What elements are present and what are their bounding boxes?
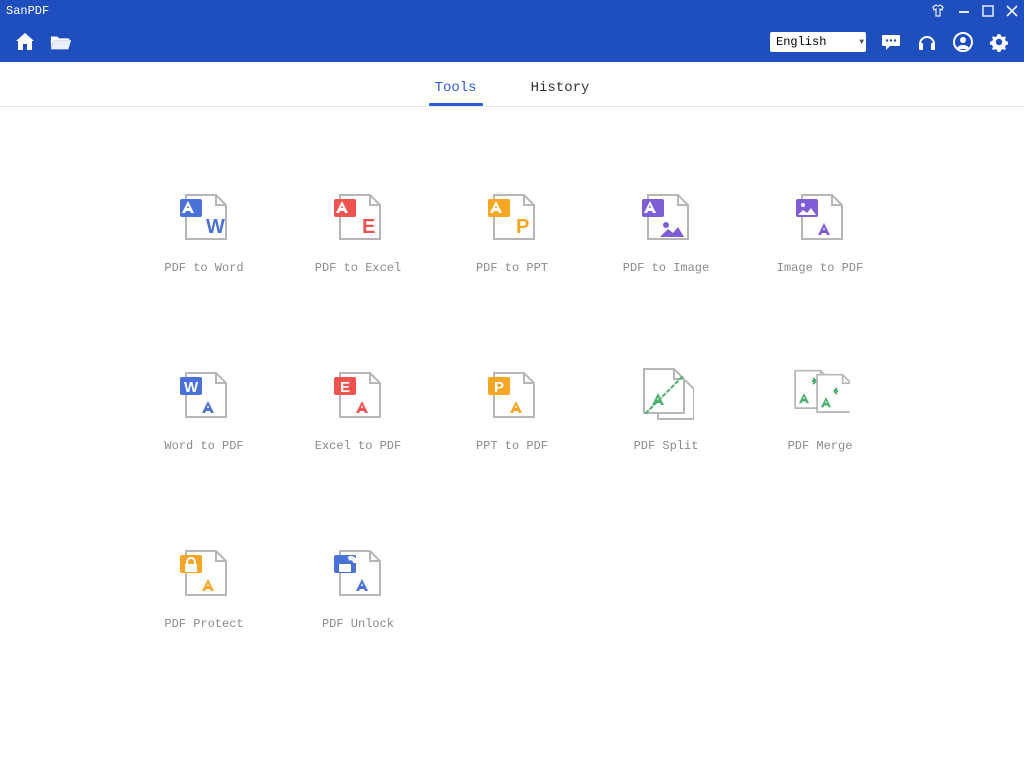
tool-label: PDF to Image — [623, 261, 709, 275]
ppt-to-pdf-icon: P — [482, 365, 542, 425]
tool-label: PPT to PDF — [476, 439, 548, 453]
word-to-pdf-icon: W — [174, 365, 234, 425]
pdf-unlock-icon — [328, 543, 388, 603]
pdf-to-word-icon: W — [174, 187, 234, 247]
tool-label: Image to PDF — [777, 261, 863, 275]
headphones-icon[interactable] — [916, 31, 938, 53]
tab-history[interactable]: History — [529, 80, 592, 106]
pdf-to-excel-icon: E — [328, 187, 388, 247]
pdf-split-icon — [636, 365, 696, 425]
shirt-icon[interactable] — [930, 4, 946, 18]
tool-pdf-to-excel[interactable]: E PDF to Excel — [281, 187, 435, 275]
tool-label: PDF Protect — [164, 617, 243, 631]
titlebar: SanPDF — [0, 0, 1024, 22]
tool-image-to-pdf[interactable]: Image to PDF — [743, 187, 897, 275]
tool-pdf-split[interactable]: PDF Split — [589, 365, 743, 453]
tool-ppt-to-pdf[interactable]: P PPT to PDF — [435, 365, 589, 453]
svg-text:E: E — [340, 379, 350, 396]
tool-pdf-to-ppt[interactable]: P PDF to PPT — [435, 187, 589, 275]
tool-label: PDF Split — [634, 439, 699, 453]
pdf-merge-icon — [790, 365, 850, 425]
open-folder-icon[interactable] — [50, 31, 72, 53]
toolbar: English ▼ — [0, 22, 1024, 62]
account-icon[interactable] — [952, 31, 974, 53]
tools-grid: W PDF to Word E PDF to Excel — [127, 187, 897, 631]
tool-pdf-to-word[interactable]: W PDF to Word — [127, 187, 281, 275]
chat-icon[interactable] — [880, 31, 902, 53]
tool-pdf-merge[interactable]: PDF Merge — [743, 365, 897, 453]
close-icon[interactable] — [1006, 5, 1018, 17]
pdf-to-ppt-icon: P — [482, 187, 542, 247]
tool-label: PDF to Word — [164, 261, 243, 275]
tool-label: PDF to PPT — [476, 261, 548, 275]
chevron-down-icon: ▼ — [859, 38, 864, 47]
gear-icon[interactable] — [988, 31, 1010, 53]
minimize-icon[interactable] — [958, 5, 970, 17]
toolbar-left — [14, 31, 72, 53]
content: W PDF to Word E PDF to Excel — [0, 107, 1024, 769]
tool-label: PDF to Excel — [315, 261, 401, 275]
tool-excel-to-pdf[interactable]: E Excel to PDF — [281, 365, 435, 453]
maximize-icon[interactable] — [982, 5, 994, 17]
svg-text:E: E — [362, 216, 375, 238]
tab-tools[interactable]: Tools — [433, 80, 479, 106]
app-title: SanPDF — [6, 4, 49, 18]
home-icon[interactable] — [14, 31, 36, 53]
tool-label: PDF Unlock — [322, 617, 394, 631]
app-window: SanPDF Engli — [0, 0, 1024, 769]
tool-label: Excel to PDF — [315, 439, 401, 453]
tab-strip: Tools History — [0, 62, 1024, 107]
pdf-to-image-icon — [636, 187, 696, 247]
tool-pdf-unlock[interactable]: PDF Unlock — [281, 543, 435, 631]
svg-text:W: W — [206, 216, 225, 238]
language-select[interactable]: English ▼ — [770, 32, 866, 52]
svg-text:P: P — [516, 216, 529, 238]
tool-label: Word to PDF — [164, 439, 243, 453]
svg-text:P: P — [494, 379, 504, 396]
toolbar-right: English ▼ — [770, 31, 1010, 53]
tool-pdf-protect[interactable]: PDF Protect — [127, 543, 281, 631]
tool-pdf-to-image[interactable]: PDF to Image — [589, 187, 743, 275]
image-to-pdf-icon — [790, 187, 850, 247]
tool-word-to-pdf[interactable]: W Word to PDF — [127, 365, 281, 453]
svg-text:W: W — [184, 379, 199, 396]
tool-label: PDF Merge — [788, 439, 853, 453]
window-controls — [930, 4, 1018, 18]
pdf-protect-icon — [174, 543, 234, 603]
language-label: English — [776, 35, 826, 49]
excel-to-pdf-icon: E — [328, 365, 388, 425]
